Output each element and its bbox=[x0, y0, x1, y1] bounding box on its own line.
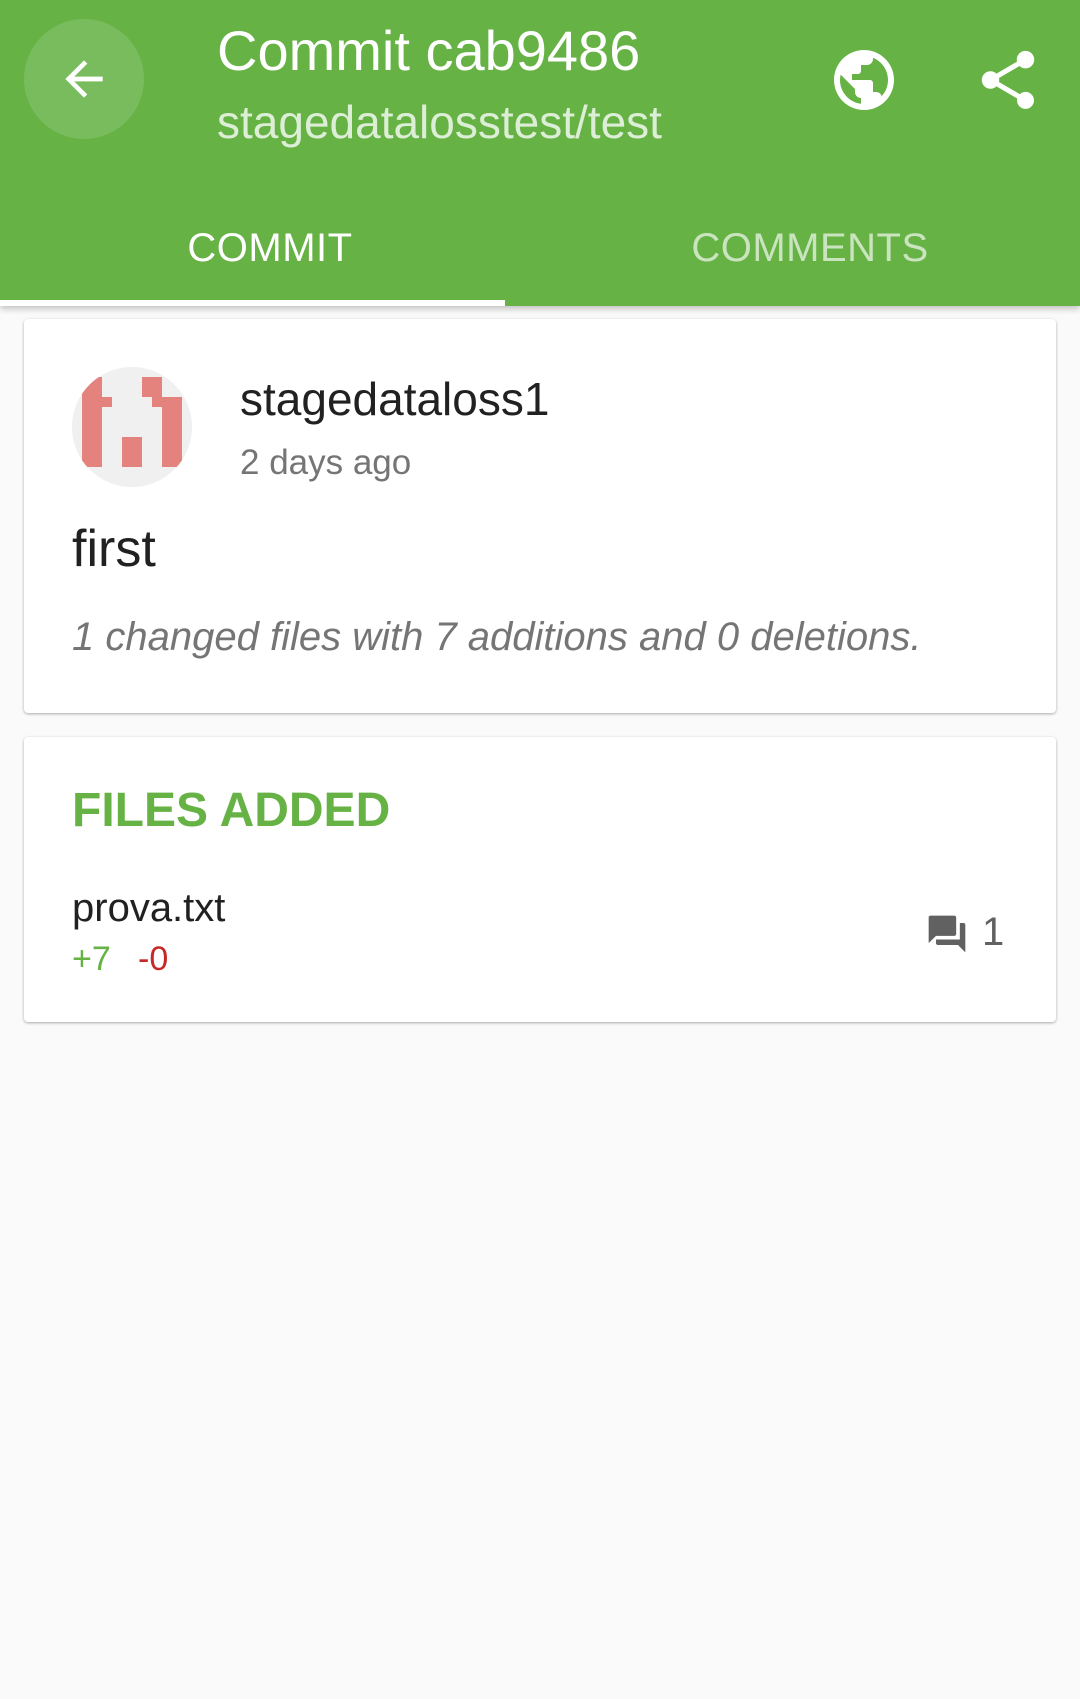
commit-author[interactable]: stagedataloss1 bbox=[240, 371, 549, 427]
share-button[interactable] bbox=[963, 35, 1053, 125]
file-additions: +7 bbox=[72, 940, 111, 978]
tab-comments[interactable]: COMMENTS bbox=[540, 190, 1080, 306]
globe-icon bbox=[834, 50, 894, 110]
app-bar: Commit cab9486 stagedatalosstest/test CO… bbox=[0, 0, 1080, 306]
tab-indicator bbox=[0, 300, 505, 306]
comment-count: 1 bbox=[982, 910, 1005, 954]
section-title: FILES ADDED bbox=[72, 784, 391, 837]
commit-date: 2 days ago bbox=[240, 443, 412, 482]
repository-name[interactable]: stagedatalosstest/test bbox=[217, 92, 662, 152]
file-row[interactable]: prova.txt +7 -0 1 bbox=[24, 882, 1056, 1007]
commit-summary: 1 changed files with 7 additions and 0 d… bbox=[72, 615, 922, 659]
avatar[interactable] bbox=[72, 367, 192, 487]
files-added-card: FILES ADDED prova.txt +7 -0 1 bbox=[24, 737, 1056, 1022]
back-button[interactable] bbox=[24, 19, 144, 139]
commit-message: first bbox=[72, 520, 156, 578]
open-in-browser-button[interactable] bbox=[819, 35, 909, 125]
comment-icon bbox=[928, 915, 966, 953]
tab-bar: COMMIT COMMENTS bbox=[0, 190, 1080, 306]
file-name: prova.txt bbox=[72, 886, 226, 930]
commit-info-card: stagedataloss1 2 days ago first 1 change… bbox=[24, 319, 1056, 713]
identicon-avatar bbox=[72, 367, 192, 487]
tab-commit-label: COMMIT bbox=[187, 225, 353, 270]
file-deletions: -0 bbox=[138, 940, 169, 978]
page-title: Commit cab9486 bbox=[217, 19, 641, 82]
arrow-back-icon bbox=[65, 60, 103, 98]
share-icon bbox=[981, 50, 1035, 109]
tab-commit[interactable]: COMMIT bbox=[0, 190, 540, 306]
tab-comments-label: COMMENTS bbox=[691, 225, 929, 270]
